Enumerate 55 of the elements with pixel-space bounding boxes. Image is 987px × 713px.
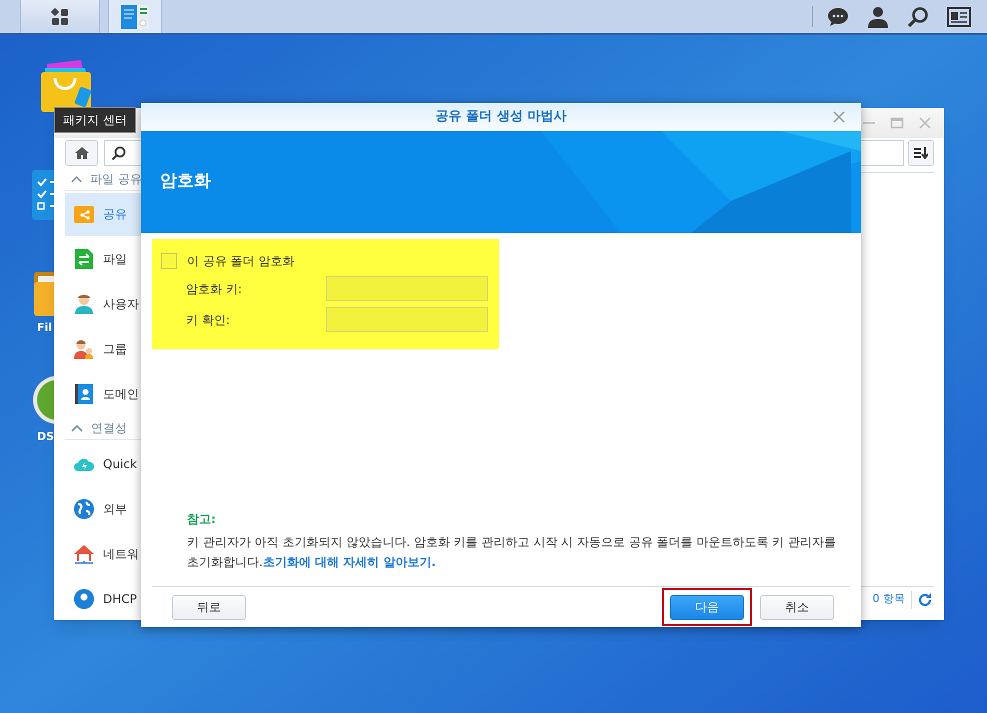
sidebar-item[interactable]: DHCP [65,577,142,620]
field-label: 키 확인: [186,312,231,328]
checkbox[interactable] [161,253,177,269]
main-menu-button[interactable] [20,0,100,33]
user-icon [73,293,95,315]
sidebar-item[interactable]: 외부 [65,487,142,530]
dialog-title: 공유 폴더 생성 마법사 [436,108,566,126]
item-count: 0 항목 [872,591,905,608]
globe-icon [73,498,95,520]
house-icon [73,542,95,564]
chevron-up-icon[interactable] [71,424,83,432]
control-panel-icon [121,4,149,28]
step-title: 암호화 [160,170,211,194]
sidebar-item[interactable]: 그룹 [65,328,142,370]
chevron-up-icon[interactable] [71,174,82,183]
share-folder-icon [73,203,95,225]
sidebar-item[interactable]: Quick [65,442,142,485]
section-heading: 파일 공유 [90,170,142,188]
sort-icon [914,147,928,159]
wizard-button[interactable]: 뒤로 [172,594,246,620]
group-icon [73,338,95,360]
refresh-icon[interactable] [918,592,932,606]
contact-icon [73,383,95,405]
desktop-icon-label[interactable]: Fil [37,320,52,336]
sidebar-item[interactable]: 파일 [65,238,142,280]
close-icon[interactable] [833,111,845,123]
wizard-button[interactable]: 취소 [760,594,834,620]
taskbar-app-button[interactable] [108,0,162,33]
person-circle-icon [73,588,95,610]
file-sync-icon [73,248,95,270]
sidebar-item[interactable]: 사용자 [65,282,142,326]
note-text: 키 관리자가 아직 초기화되지 않았습니다. 암호화 키를 관리하고 시작 시 자동으로 공유 폴더를 마운트하도록 키 관리자를 초기화합니다.초기화에 대해 자세히 알아보기. [187,534,838,571]
home-icon [74,146,90,160]
sidebar-item[interactable]: 공유 [65,192,142,236]
sidebar-item[interactable]: 네트워 [65,532,142,575]
apps-grid-icon [50,6,70,26]
search-icon [111,146,126,160]
search-icon[interactable] [907,6,929,28]
field-label: 암호화 키: [186,280,243,298]
checklist-icon[interactable] [32,170,54,220]
section-heading: 연결성 [91,420,127,438]
chat-icon[interactable] [827,6,849,28]
input-field[interactable] [326,307,488,332]
tooltip: 패키지 센터 [54,107,136,133]
sidebar-item[interactable]: 도메인 [65,372,142,416]
user-icon[interactable] [867,6,889,28]
input-field[interactable] [326,276,488,301]
note-title: 참고: [187,511,217,528]
sort-button[interactable] [908,140,934,166]
home-button[interactable] [65,140,98,166]
id-card-icon[interactable] [947,6,971,26]
desktop-icon-label[interactable]: DS [37,429,54,446]
learn-more-link[interactable]: 초기화에 대해 자세히 알아보기. [262,555,436,569]
folder-icon[interactable] [32,272,54,316]
checkbox-label: 이 공유 폴더 암호화 [187,253,294,270]
